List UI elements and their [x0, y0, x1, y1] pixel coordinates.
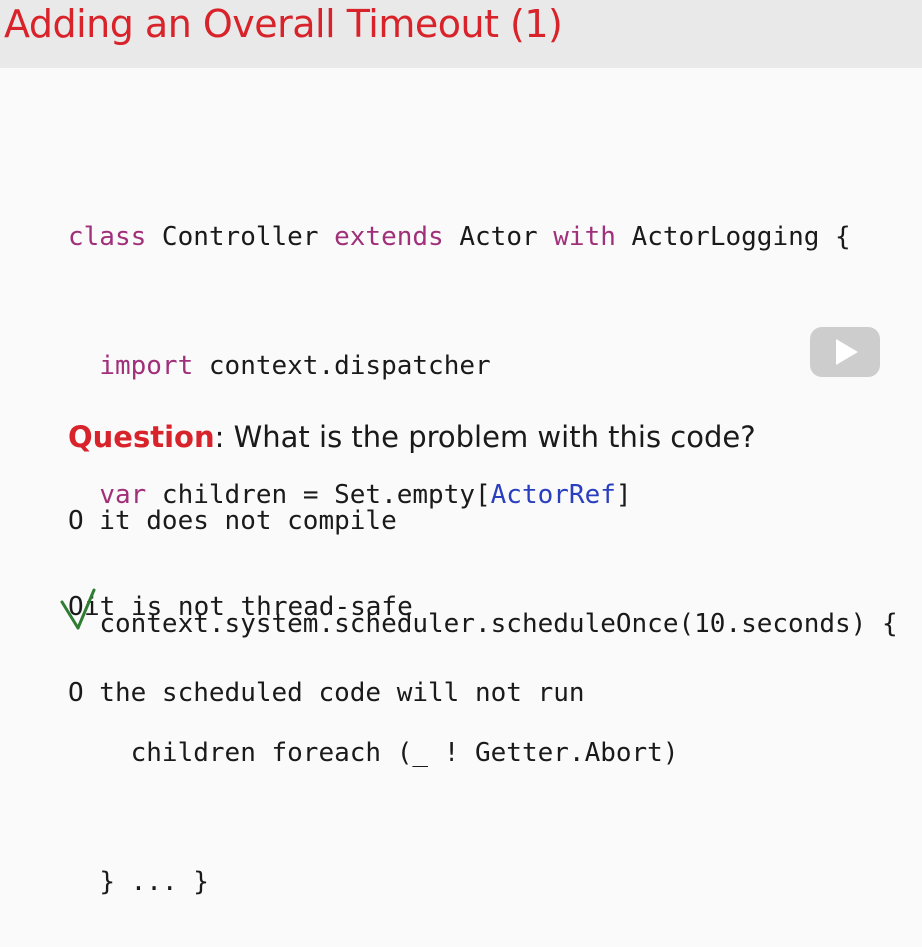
- code-line-2: import context.dispatcher: [68, 345, 898, 388]
- code-type: ActorRef: [490, 480, 616, 510]
- option-marker: O: [68, 506, 84, 536]
- code-line-1: class Controller extends Actor with Acto…: [68, 216, 898, 259]
- code-line-5: children foreach (_ ! Getter.Abort): [68, 732, 898, 775]
- play-button[interactable]: [810, 327, 880, 377]
- code-text: ]: [615, 480, 632, 510]
- option-text: the scheduled code will not run: [83, 678, 585, 708]
- option-will-not-run[interactable]: O the scheduled code will not run: [68, 678, 585, 708]
- option-text: it is not thread-safe: [84, 592, 413, 622]
- code-text: Actor: [443, 222, 554, 252]
- option-does-not-compile[interactable]: O it does not compile: [68, 506, 397, 536]
- option-text: it does not compile: [83, 506, 397, 536]
- code-text: Controller: [146, 222, 335, 252]
- code-block: class Controller extends Actor with Acto…: [68, 130, 898, 947]
- option-marker: O: [68, 678, 84, 708]
- question-text: : What is the problem with this code?: [214, 420, 756, 454]
- code-keyword: with: [553, 222, 616, 252]
- code-keyword: import: [99, 351, 194, 381]
- question: Question: What is the problem with this …: [68, 420, 756, 454]
- code-line-6: } ... }: [68, 861, 898, 904]
- code-text: } ... }: [99, 867, 209, 897]
- check-mark-icon: [60, 588, 96, 630]
- play-icon: [836, 339, 858, 365]
- code-keyword: extends: [334, 222, 444, 252]
- title-bar: Adding an Overall Timeout (1): [0, 0, 922, 68]
- slide-title: Adding an Overall Timeout (1): [4, 2, 563, 46]
- option-not-thread-safe[interactable]: Oit is not thread-safe: [68, 592, 413, 622]
- code-text: children foreach (_ ! Getter.Abort): [130, 738, 679, 768]
- question-label: Question: [68, 420, 215, 454]
- code-text: context.dispatcher: [193, 351, 491, 381]
- code-text: ActorLogging {: [615, 222, 851, 252]
- code-keyword: class: [68, 222, 147, 252]
